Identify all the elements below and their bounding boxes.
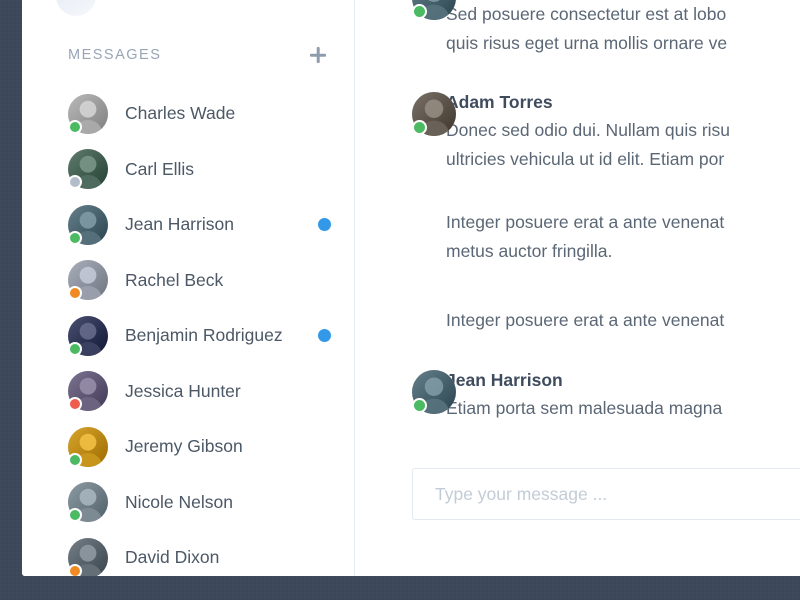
partial-avatar-above-fold bbox=[56, 0, 96, 16]
contact-name: Benjamin Rodriguez bbox=[125, 325, 318, 346]
conversations-sidebar: MESSAGES Charles Wade Carl Ellis bbox=[22, 0, 355, 576]
message-sender-name: Adam Torres bbox=[446, 90, 800, 115]
avatar bbox=[68, 427, 108, 467]
message-group: Integer posuere erat a ante venenat bbox=[356, 306, 800, 335]
message-text-line: Integer posuere erat a ante venenat bbox=[446, 208, 800, 237]
message-composer bbox=[412, 468, 800, 520]
contact-row[interactable]: Jean Harrison bbox=[22, 197, 355, 253]
contact-name: Jessica Hunter bbox=[125, 381, 318, 402]
contact-row[interactable]: Charles Wade bbox=[22, 86, 355, 142]
message-group: Adam TorresDonec sed odio dui. Nullam qu… bbox=[356, 90, 800, 173]
message-avatar bbox=[412, 92, 456, 136]
message-text-line: Sed posuere consectetur est at lobo bbox=[446, 0, 800, 29]
message-text-line: quis risus eget urna mollis ornare ve bbox=[446, 29, 800, 58]
contact-name: Rachel Beck bbox=[125, 270, 318, 291]
message-avatar bbox=[412, 370, 456, 414]
message-sender-name: Jean Harrison bbox=[446, 368, 800, 393]
add-conversation-plus-icon[interactable] bbox=[307, 44, 329, 66]
contact-list[interactable]: Charles Wade Carl Ellis Jean Harrison bbox=[22, 86, 355, 576]
status-dot-online bbox=[412, 398, 427, 413]
message-text-line: Etiam porta sem malesuada magna bbox=[446, 394, 800, 423]
chat-panel: Jean Harrison Sed posuere consectetur est… bbox=[356, 0, 800, 576]
app-window: MESSAGES Charles Wade Carl Ellis bbox=[0, 0, 800, 600]
status-dot-online bbox=[412, 4, 427, 19]
contact-row[interactable]: David Dixon bbox=[22, 530, 355, 576]
contact-row[interactable]: Jessica Hunter bbox=[22, 364, 355, 420]
message-text-line: Donec sed odio dui. Nullam quis risu bbox=[446, 116, 800, 145]
contact-name: Nicole Nelson bbox=[125, 492, 318, 513]
avatar bbox=[68, 205, 108, 245]
message-text-line: Integer posuere erat a ante venenat bbox=[446, 306, 800, 335]
message-thread[interactable]: Jean Harrison Sed posuere consectetur est… bbox=[356, 0, 800, 460]
message-group: Jean HarrisonEtiam porta sem malesuada m… bbox=[356, 368, 800, 423]
status-dot-online bbox=[68, 231, 82, 245]
unread-indicator bbox=[318, 329, 331, 342]
message-avatar bbox=[412, 0, 456, 20]
contact-row[interactable]: Benjamin Rodriguez bbox=[22, 308, 355, 364]
contact-name: Jean Harrison bbox=[125, 214, 318, 235]
avatar bbox=[68, 94, 108, 134]
avatar bbox=[68, 149, 108, 189]
status-dot-online bbox=[68, 342, 82, 356]
status-dot-online bbox=[412, 120, 427, 135]
message-group: Jean HarrisonSed posuere consectetur est… bbox=[356, 0, 800, 57]
contact-name: Jeremy Gibson bbox=[125, 436, 318, 457]
avatar bbox=[68, 538, 108, 576]
avatar bbox=[68, 260, 108, 300]
status-dot-online bbox=[68, 453, 82, 467]
contact-row[interactable]: Rachel Beck bbox=[22, 253, 355, 309]
status-dot-online bbox=[68, 120, 82, 134]
message-group: Integer posuere erat a ante venenatmetus… bbox=[356, 208, 800, 265]
message-text-line: ultricies vehicula ut id elit. Etiam por bbox=[446, 145, 800, 174]
message-text-line: metus auctor fringilla. bbox=[446, 237, 800, 266]
contact-name: David Dixon bbox=[125, 547, 318, 568]
contact-name: Charles Wade bbox=[125, 103, 318, 124]
contact-row[interactable]: Jeremy Gibson bbox=[22, 419, 355, 475]
messages-section-title: MESSAGES bbox=[68, 47, 307, 63]
contact-row[interactable]: Nicole Nelson bbox=[22, 475, 355, 531]
status-dot-away bbox=[68, 564, 82, 576]
app-surface: MESSAGES Charles Wade Carl Ellis bbox=[22, 0, 800, 576]
avatar bbox=[68, 371, 108, 411]
avatar bbox=[68, 482, 108, 522]
messages-section-header: MESSAGES bbox=[22, 38, 355, 72]
message-input[interactable] bbox=[412, 468, 800, 520]
contact-row[interactable]: Carl Ellis bbox=[22, 142, 355, 198]
unread-indicator bbox=[318, 218, 331, 231]
avatar bbox=[68, 316, 108, 356]
contact-name: Carl Ellis bbox=[125, 159, 318, 180]
